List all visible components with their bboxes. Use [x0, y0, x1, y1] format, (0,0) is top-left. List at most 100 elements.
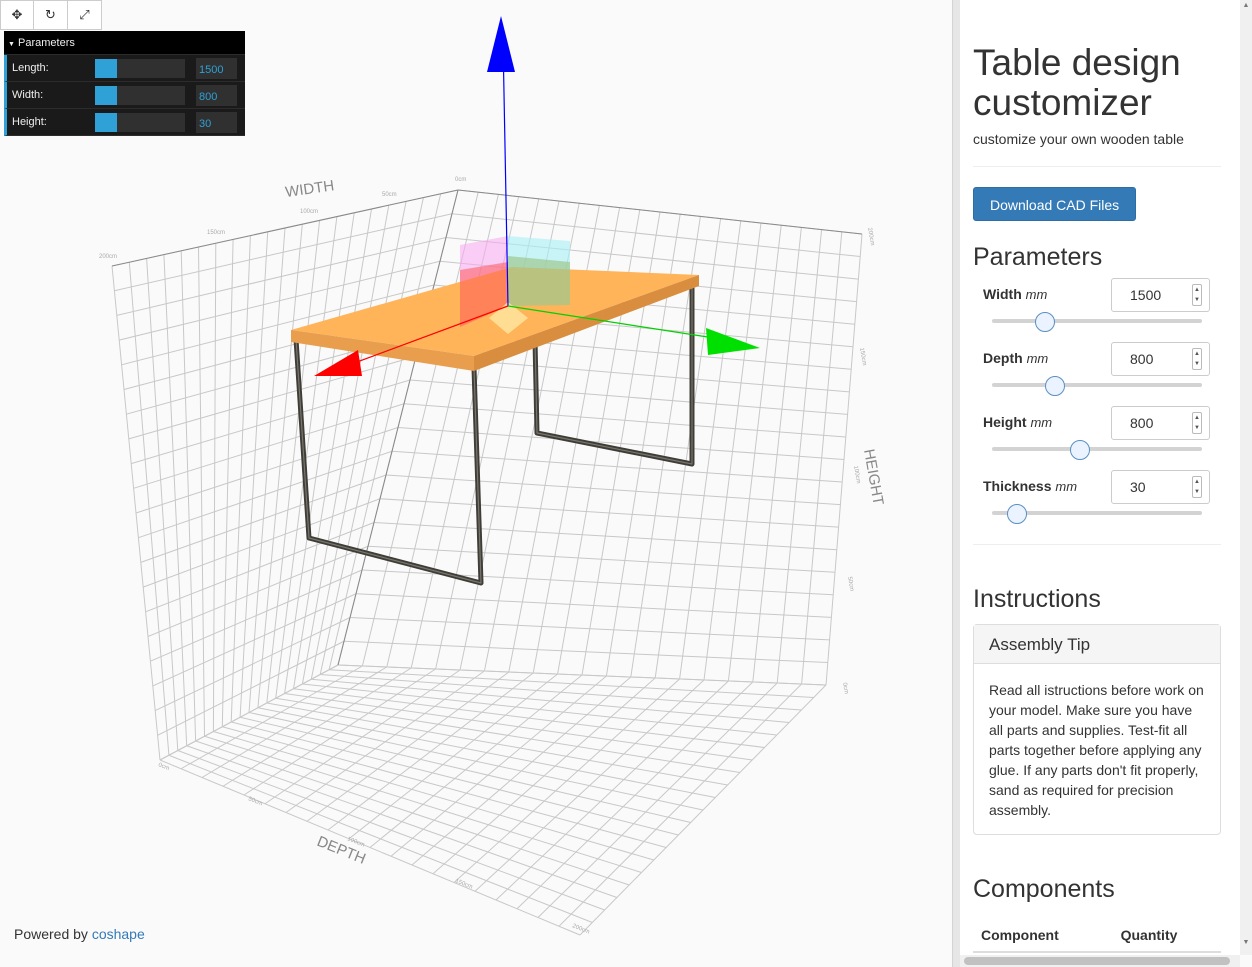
fullscreen-button[interactable]: ⤢: [68, 0, 102, 30]
components-table: Component Quantity: [973, 919, 1221, 953]
param-height: Height mm 800 ▲ ▼: [983, 406, 1221, 470]
grid-line: [349, 617, 830, 641]
rotate-button[interactable]: ↻: [34, 0, 68, 30]
spinner-icon[interactable]: ▲ ▼: [1192, 348, 1202, 370]
z-axis-arrow[interactable]: [487, 16, 515, 72]
y-axis-arrow[interactable]: [706, 328, 760, 355]
3d-viewport[interactable]: WIDTH HEIGHT DEPTH 0cm 50cm 100cm 150cm …: [0, 0, 952, 967]
grid-edge: [337, 189, 459, 666]
gui-value-length[interactable]: 1500: [196, 57, 237, 79]
divider: [973, 544, 1221, 545]
height-input[interactable]: 800 ▲ ▼: [1111, 406, 1210, 440]
powered-by: Powered by coshape: [14, 926, 145, 942]
svg-text:150cm: 150cm: [858, 347, 867, 366]
card-title: Assembly Tip: [974, 625, 1220, 664]
gui-label: Width:: [12, 89, 44, 101]
grid-line: [801, 231, 843, 685]
svg-text:150cm: 150cm: [454, 878, 473, 890]
thickness-slider-thumb[interactable]: [1007, 504, 1028, 524]
width-slider-track[interactable]: [992, 319, 1202, 323]
gui-row-length: Length: 1500: [4, 55, 245, 82]
vertical-scrollbar[interactable]: ▲ ▼: [1240, 0, 1252, 955]
grid-line: [154, 617, 351, 712]
param-width: Width mm 1500 ▲ ▼: [983, 278, 1221, 342]
gui-value-height[interactable]: 30: [196, 111, 237, 133]
svg-text:100cm: 100cm: [300, 209, 318, 215]
instructions-heading: Instructions: [973, 585, 1101, 613]
caret-down-icon: ▼: [8, 41, 15, 48]
customizer-panel: Table design customizer customize your o…: [960, 0, 1240, 955]
scroll-up-icon[interactable]: ▲: [1240, 0, 1252, 12]
svg-text:100cm: 100cm: [852, 465, 861, 484]
column-header: Component: [973, 919, 1113, 953]
grid-line: [776, 229, 823, 684]
gui-value-width[interactable]: 800: [196, 84, 237, 106]
gui-row-width: Width: 800: [4, 82, 245, 109]
param-label: Thickness: [983, 478, 1052, 494]
parameters-heading: Parameters: [973, 243, 1103, 271]
components-heading: Components: [973, 875, 1115, 903]
unit-label: mm: [1055, 479, 1078, 494]
spinner-icon[interactable]: ▲ ▼: [1192, 284, 1202, 306]
page-title: Table design customizer: [973, 42, 1181, 123]
svg-text:50cm: 50cm: [382, 192, 397, 198]
depth-slider-thumb[interactable]: [1045, 376, 1065, 396]
param-thickness: Thickness mm 30 ▲ ▼: [983, 470, 1221, 534]
pan-button[interactable]: ✥: [0, 0, 34, 30]
spinner-icon[interactable]: ▲ ▼: [1192, 412, 1202, 434]
depth-input[interactable]: 800 ▲ ▼: [1111, 342, 1210, 376]
move-icon: ✥: [11, 7, 23, 22]
svg-text:200cm: 200cm: [99, 254, 117, 260]
scene-canvas[interactable]: WIDTH HEIGHT DEPTH 0cm 50cm 100cm 150cm …: [0, 0, 952, 967]
grid-line: [343, 640, 828, 663]
page-subtitle: customize your own wooden table: [973, 131, 1184, 147]
unit-label: mm: [1030, 415, 1053, 430]
svg-text:0cm: 0cm: [841, 682, 849, 694]
param-label: Height: [983, 414, 1027, 430]
card-body: Read all istructions before work on your…: [989, 682, 1204, 818]
unit-label: mm: [1026, 351, 1049, 366]
spinner-icon[interactable]: ▲ ▼: [1192, 476, 1202, 498]
gui-label: Length:: [12, 62, 49, 74]
height-slider-track[interactable]: [992, 447, 1202, 451]
gui-row-height: Height: 30: [4, 109, 245, 136]
thickness-input[interactable]: 30 ▲ ▼: [1111, 470, 1210, 504]
rotate-icon: ↻: [45, 7, 56, 22]
depth-slider-track[interactable]: [992, 383, 1202, 387]
gui-slider-height[interactable]: [95, 112, 185, 132]
width-input[interactable]: 1500 ▲ ▼: [1111, 278, 1210, 312]
width-axis-title: WIDTH: [284, 177, 335, 201]
grid-line: [825, 233, 863, 686]
grid-edge: [457, 189, 863, 235]
gui-title[interactable]: ▼ Parameters: [4, 31, 245, 55]
scroll-down-icon[interactable]: ▼: [1240, 937, 1252, 949]
grid-line: [579, 684, 827, 936]
gui-label: Height:: [12, 116, 47, 128]
grid-line: [558, 683, 802, 927]
assembly-tip-card: Assembly Tip Read all istructions before…: [973, 624, 1221, 835]
svg-text:50cm: 50cm: [247, 796, 263, 807]
split-divider[interactable]: [952, 0, 960, 967]
height-slider-thumb[interactable]: [1070, 440, 1091, 460]
gui-slider-length[interactable]: [95, 58, 185, 78]
grid-edge: [111, 189, 459, 267]
grid-line: [157, 640, 345, 736]
parameters-gui: ▼ Parameters Length: 1500 Width: 800 Hei…: [4, 31, 245, 136]
depth-axis-title: DEPTH: [315, 833, 369, 868]
gui-slider-width[interactable]: [95, 85, 185, 105]
coshape-link[interactable]: coshape: [92, 926, 145, 942]
expand-icon: ⤢: [79, 7, 90, 22]
unit-label: mm: [1025, 287, 1048, 302]
svg-text:150cm: 150cm: [207, 230, 225, 236]
param-label: Width: [983, 286, 1022, 302]
svg-text:50cm: 50cm: [846, 576, 854, 591]
horizontal-scrollbar[interactable]: [960, 955, 1240, 967]
column-header: Quantity: [1112, 919, 1221, 953]
x-axis-arrow[interactable]: [314, 350, 362, 376]
scroll-thumb[interactable]: [964, 957, 1230, 965]
height-axis-title: HEIGHT: [860, 448, 887, 507]
width-slider-thumb[interactable]: [1034, 312, 1055, 332]
yz-plane-front: [508, 256, 570, 306]
download-cad-button[interactable]: Download CAD Files: [973, 187, 1137, 221]
grid-line: [355, 593, 832, 618]
